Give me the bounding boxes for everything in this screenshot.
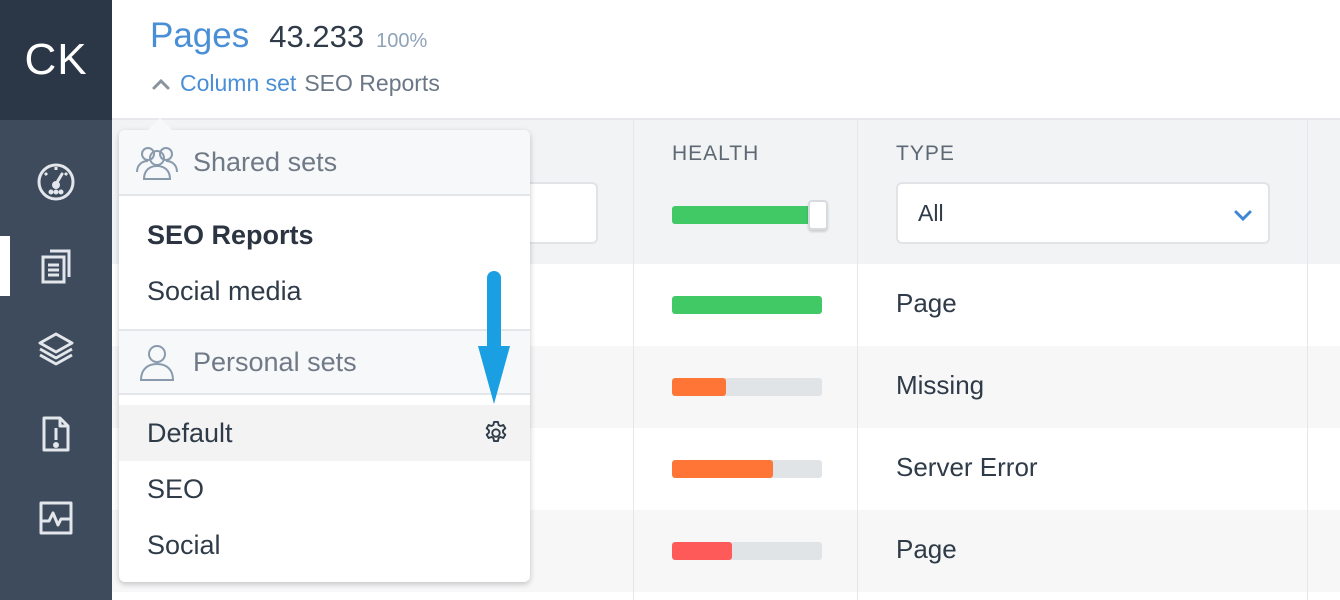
column-set-option[interactable]: Social [119, 517, 530, 573]
sidebar-item-monitoring[interactable] [0, 488, 112, 548]
column-set-option[interactable]: SEO Reports [119, 207, 530, 263]
page-count: 43.233 [269, 19, 365, 54]
chevron-down-icon [1234, 210, 1252, 222]
gear-icon[interactable] [482, 419, 510, 447]
layers-icon [38, 332, 74, 366]
page-percent: 100% [376, 30, 428, 52]
column-divider [633, 118, 634, 600]
column-divider [1307, 118, 1308, 600]
health-bar-fill [672, 460, 773, 478]
column-set-dropdown: Shared sets SEO Reports Social media Per… [119, 118, 530, 582]
sidebar-item-dashboard[interactable] [0, 152, 112, 212]
page-header: Pages 43.233 100% Column set SEO Reports [112, 0, 1340, 118]
type-filter-value: All [918, 199, 944, 226]
user-icon [139, 345, 175, 381]
health-bar [672, 378, 822, 396]
health-filter-slider[interactable] [672, 200, 828, 230]
shared-sets-title: Shared sets [193, 146, 338, 177]
column-set-option[interactable]: Social media [119, 263, 530, 319]
chevron-up-icon [152, 78, 170, 89]
type-cell: Page [896, 288, 957, 318]
page-title: Pages [150, 16, 250, 55]
speedometer-icon [37, 163, 75, 201]
column-header-type[interactable]: TYPE [896, 142, 955, 166]
users-group-icon [136, 147, 178, 180]
personal-sets-header: Personal sets [119, 329, 530, 395]
sidebar-item-layers[interactable] [0, 320, 112, 380]
column-set-option[interactable]: Default [119, 405, 530, 461]
type-filter-select[interactable]: All [896, 182, 1270, 244]
pulse-chart-icon [39, 501, 73, 535]
health-bar-fill [672, 542, 732, 560]
column-header-health[interactable]: HEALTH [672, 142, 759, 166]
health-bar [672, 296, 822, 314]
type-cell: Server Error [896, 452, 1038, 482]
column-set-toggle[interactable]: Column set SEO Reports [150, 70, 440, 97]
health-bar [672, 460, 822, 478]
personal-sets-title: Personal sets [193, 346, 357, 377]
column-set-option-label: Default [147, 417, 233, 448]
type-cell: Page [896, 534, 957, 564]
slider-handle[interactable] [808, 200, 828, 230]
sidebar-item-pages[interactable] [0, 236, 112, 296]
column-divider [857, 118, 858, 600]
health-bar-fill [672, 296, 822, 314]
sidebar-item-issues[interactable] [0, 404, 112, 464]
health-bar-fill [672, 378, 726, 396]
file-alert-icon [42, 416, 70, 452]
column-set-option[interactable]: SEO [119, 461, 530, 517]
sidebar: CK [0, 0, 112, 600]
shared-sets-header: Shared sets [119, 130, 530, 196]
column-set-value: SEO Reports [304, 70, 440, 96]
health-bar [672, 542, 822, 560]
type-cell: Missing [896, 370, 985, 400]
documents-icon [41, 249, 71, 284]
app-logo[interactable]: CK [0, 0, 112, 120]
column-set-link[interactable]: Column set [180, 70, 296, 97]
